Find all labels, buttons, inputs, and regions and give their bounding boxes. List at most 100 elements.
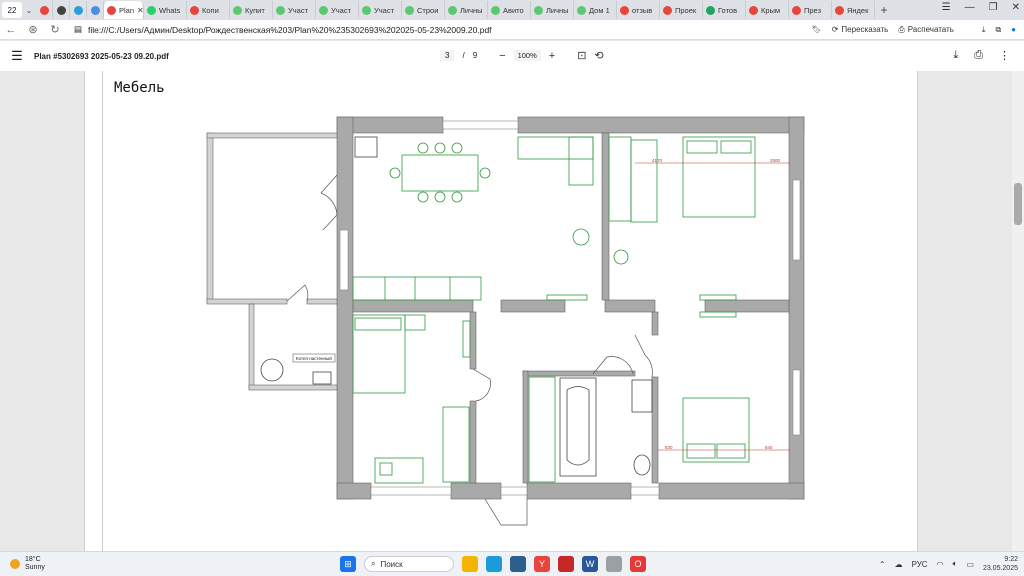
profile-icon[interactable]: ● [1011, 25, 1016, 34]
clock-date: 23.05.2025 [982, 565, 1018, 572]
taskbar: 18°C Sunny ⊞ ⌕ Поиск Y W O ⌃ ☁︎ РУС ◠ 🔈︎… [0, 551, 1024, 576]
search-label: Поиск [380, 559, 403, 569]
new-tab-button[interactable]: + [875, 3, 893, 17]
browser-tab[interactable]: Дом 1 [574, 1, 617, 19]
close-window-icon[interactable]: ✕ [1012, 2, 1020, 13]
tab-count-label: 22 [7, 5, 17, 15]
cloud-icon[interactable]: ☁︎ [895, 560, 903, 569]
browser-tab[interactable]: Личны [531, 1, 574, 19]
tray-chevron-icon[interactable]: ⌃ [879, 560, 886, 569]
browser-tab[interactable]: Строи [402, 1, 445, 19]
yandex-account-icon[interactable]: ⊛ [22, 23, 44, 36]
browser-tab[interactable]: отзыв [617, 1, 660, 19]
retell-icon: ⟳ [831, 25, 839, 34]
browser-tab[interactable]: Яндек [832, 1, 875, 19]
url-field[interactable]: ▤ file:///C:/Users/Админ/Desktop/Рождест… [74, 24, 812, 35]
windows-start-icon[interactable]: ⊞ [340, 556, 356, 572]
zoom-out-icon[interactable]: − [499, 50, 505, 62]
zoom-in-icon[interactable]: + [549, 50, 555, 62]
viewer-scrollbar[interactable] [1012, 71, 1024, 551]
file-explorer-icon[interactable] [462, 556, 478, 572]
browser-tab[interactable] [87, 1, 104, 19]
yandex-browser-icon[interactable]: Y [534, 556, 550, 572]
pdf-menu-icon[interactable]: ☰ [0, 48, 34, 64]
dimension-label: 840 [765, 445, 773, 450]
browser-tab[interactable]: Купит [230, 1, 273, 19]
tab-favicon-icon [190, 5, 199, 15]
pdf-toolbar: ☰ Plan #5302693 2025-05-23 09.20.pdf 3 /… [0, 41, 1024, 71]
tab-favicon-icon [319, 5, 328, 15]
bookmark-icon[interactable]: 🔖︎ [812, 25, 822, 34]
browser-tab[interactable]: Готов [703, 1, 746, 19]
boiler-label: Котел настенный [296, 355, 332, 361]
print-icon[interactable]: ⎙ [974, 49, 983, 62]
taskbar-search[interactable]: ⌕ Поиск [364, 556, 454, 572]
browser-tab[interactable] [70, 1, 87, 19]
browser-tab[interactable]: Plan ✕ [104, 1, 144, 19]
fit-page-icon[interactable]: ⊡ [577, 49, 586, 62]
word-icon[interactable]: W [582, 556, 598, 572]
browser-tab[interactable]: Участ [359, 1, 402, 19]
close-tab-icon[interactable]: ✕ [137, 6, 143, 15]
browser-tab[interactable]: Участ [316, 1, 359, 19]
opera-icon[interactable]: O [630, 556, 646, 572]
browser-tab[interactable]: Участ [273, 1, 316, 19]
browser-tab[interactable] [53, 1, 70, 19]
tabs-container: Plan ✕ Whats Копи Купит Участ Участ Участ Строи Л… [36, 1, 875, 19]
language-indicator[interactable]: РУС [912, 560, 928, 569]
weather-widget[interactable]: 18°C Sunny [0, 556, 120, 572]
tab-label: Дом 1 [589, 5, 610, 15]
pdf-app-icon[interactable] [558, 556, 574, 572]
zoom-input[interactable]: 100% [513, 50, 541, 61]
tab-favicon-icon [835, 5, 844, 15]
print-page-button[interactable]: ⎙ Распечатать [898, 25, 954, 35]
search-icon: ⌕ [371, 559, 376, 568]
tab-favicon-icon [39, 5, 49, 15]
plan-walls [206, 116, 805, 500]
tab-label: Купит [245, 5, 265, 15]
download-icon[interactable]: ⤓ [953, 49, 958, 62]
battery-icon[interactable]: ▭ [966, 560, 974, 569]
app-icon[interactable] [606, 556, 622, 572]
clock[interactable]: 9:22 23.05.2025 [983, 555, 1018, 573]
store-icon[interactable] [510, 556, 526, 572]
page-number-input[interactable]: 3 [440, 50, 455, 61]
more-options-icon[interactable]: ⋮ [999, 49, 1010, 62]
tab-strip: 22 ⌄ Plan ✕ Whats Копи Купит Участ Участ Участ С… [0, 0, 1024, 20]
browser-tab[interactable]: Авито [488, 1, 531, 19]
tab-favicon-icon [405, 5, 414, 15]
browser-tab[interactable]: Копи [187, 1, 230, 19]
downloads-icon[interactable]: ⤓ [982, 25, 986, 35]
retell-button[interactable]: ⟳ Пересказать [832, 25, 889, 34]
tab-label: Plan [119, 5, 135, 15]
zoom-level: 100% [517, 51, 537, 60]
tab-label: Участ [288, 5, 309, 15]
tab-favicon-icon [663, 5, 672, 15]
tab-favicon-icon [620, 5, 629, 15]
address-bar: ← ⊛ ↻ ▤ file:///C:/Users/Админ/Desktop/Р… [0, 20, 1024, 40]
browser-tab[interactable] [36, 1, 53, 19]
scrollbar-thumb[interactable] [1014, 183, 1022, 225]
back-icon[interactable]: ← [0, 24, 22, 36]
edge-icon[interactable] [486, 556, 502, 572]
browser-tab[interactable]: Проек [660, 1, 703, 19]
rotate-icon[interactable]: ⟲ [594, 49, 603, 62]
clock-time: 9:22 [1004, 556, 1018, 563]
tab-list-chevron-icon[interactable]: ⌄ [22, 6, 36, 15]
tab-favicon-icon [448, 5, 457, 15]
extensions-icon[interactable]: ⧉ [995, 25, 1001, 35]
tab-favicon-icon [107, 5, 116, 15]
browser-tab[interactable]: През [789, 1, 832, 19]
tab-count-button[interactable]: 22 [2, 2, 22, 18]
browser-tab[interactable]: Whats [144, 1, 187, 19]
browser-tab[interactable]: Личны [445, 1, 488, 19]
wifi-icon[interactable]: ◠ [937, 560, 944, 569]
tab-favicon-icon [147, 5, 156, 15]
reload-icon[interactable]: ↻ [44, 23, 66, 36]
minimize-icon[interactable]: — [965, 2, 975, 13]
browser-tab[interactable]: Крым [746, 1, 789, 19]
menu-icon[interactable]: ☰ [942, 2, 951, 13]
restore-icon[interactable]: ❐ [989, 2, 998, 13]
volume-icon[interactable]: 🔈︎ [953, 559, 958, 569]
dimension-label: 830 [665, 445, 673, 450]
